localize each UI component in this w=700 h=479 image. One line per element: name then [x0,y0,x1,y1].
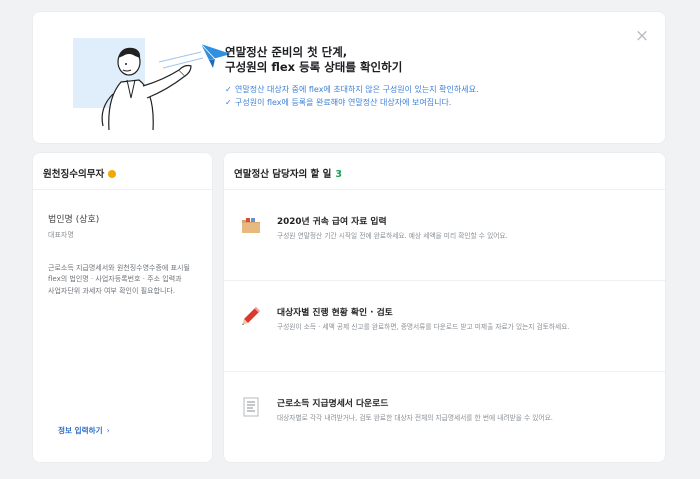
task-description: 대상자별로 각각 내려받거나, 검토 완료한 대상자 전체의 지급명세서를 한 … [277,414,553,422]
banner-title-line2: 구성원의 flex 등록 상태를 확인하기 [225,60,403,74]
tasks-title: 연말정산 담당자의 할 일 [234,169,332,180]
tasks-header: 연말정산 담당자의 할 일3 [224,153,665,190]
task-description: 구성원 연말정산 기간 시작일 전에 완료하세요. 예상 세액을 미리 확인할 … [277,232,508,240]
banner-check-text: 연말정산 대상자 중에 flex에 초대하지 않은 구성원이 있는지 확인하세요… [235,85,479,94]
task-title: 근로소득 지급명세서 다운로드 [277,399,389,409]
folder-icon [242,218,260,233]
banner-title-line1: 연말정산 준비의 첫 단계, [225,45,348,59]
enter-info-link-label: 정보 입력하기 [58,426,103,435]
description-line: 근로소득 지급명세서와 원천징수영수증에 표시될 [48,264,190,272]
task-title: 대상자별 진행 현황 확인 · 검토 [277,308,393,318]
person-paper-plane-illustration [73,38,231,131]
banner-check-text: 구성원이 flex에 등록을 완료해야 연말정산 대상자에 보여집니다. [235,97,452,107]
banner-check-item: ✓ 연말정산 대상자 중에 flex에 초대하지 않은 구성원이 있는지 확인하세… [225,84,479,97]
tasks-count-badge: 3 [335,169,342,180]
check-icon: ✓ [225,85,232,94]
banner-checklist: ✓ 연말정산 대상자 중에 flex에 초대하지 않은 구성원이 있는지 확인하세… [225,84,479,109]
banner-title: 연말정산 준비의 첫 단계, 구성원의 flex 등록 상태를 확인하기 [225,45,402,75]
representative-label: 대표자명 [48,231,74,239]
task-item-progress-review[interactable]: 대상자별 진행 현황 확인 · 검토 구성원이 소득 · 세액 공제 신고를 완… [224,281,665,372]
company-name-label: 법인명 (상호) [48,215,100,225]
task-description: 구성원이 소득 · 세액 공제 신고를 완료하면, 증명서류를 다운로드 받고 … [277,323,570,331]
withholding-agent-card: 원천징수의무자 법인명 (상호) 대표자명 근로소득 지급명세서와 원천징수영수… [33,153,212,462]
document-icon [243,397,259,417]
task-title: 2020년 귀속 급여 자료 입력 [277,217,387,227]
withholding-description: 근로소득 지급명세서와 원천징수영수증에 표시될 flex의 법인명 · 사업자… [48,263,200,297]
pencil-icon [242,307,260,325]
close-icon[interactable]: × [633,27,651,45]
banner-card: 연말정산 준비의 첫 단계, 구성원의 flex 등록 상태를 확인하기 ✓ 연말… [33,12,665,143]
description-line: 사업자단위 과세자 여부 확인이 필요합니다. [48,286,176,295]
check-icon: ✓ [225,97,232,107]
withholding-agent-header: 원천징수의무자 [33,153,212,190]
warning-dot-icon [108,169,117,178]
enter-info-link[interactable]: 정보 입력하기 › [58,425,110,436]
task-item-payroll-input[interactable]: 2020년 귀속 급여 자료 입력 구성원 연말정산 기간 시작일 전에 완료하… [224,190,665,281]
banner-check-item: ✓ 구성원이 flex에 등록을 완료해야 연말정산 대상자에 보여집니다. [225,97,479,110]
withholding-agent-title: 원천징수의무자 [43,169,105,180]
task-item-statement-download[interactable]: 근로소득 지급명세서 다운로드 대상자별로 각각 내려받거나, 검토 완료한 대… [224,372,665,463]
description-line: flex의 법인명 · 사업자등록번호 · 주소 입력과 [48,275,182,284]
chevron-right-icon: › [106,426,110,435]
tasks-card: 연말정산 담당자의 할 일3 2020년 귀속 급여 자료 입력 구성원 연말정… [224,153,665,462]
